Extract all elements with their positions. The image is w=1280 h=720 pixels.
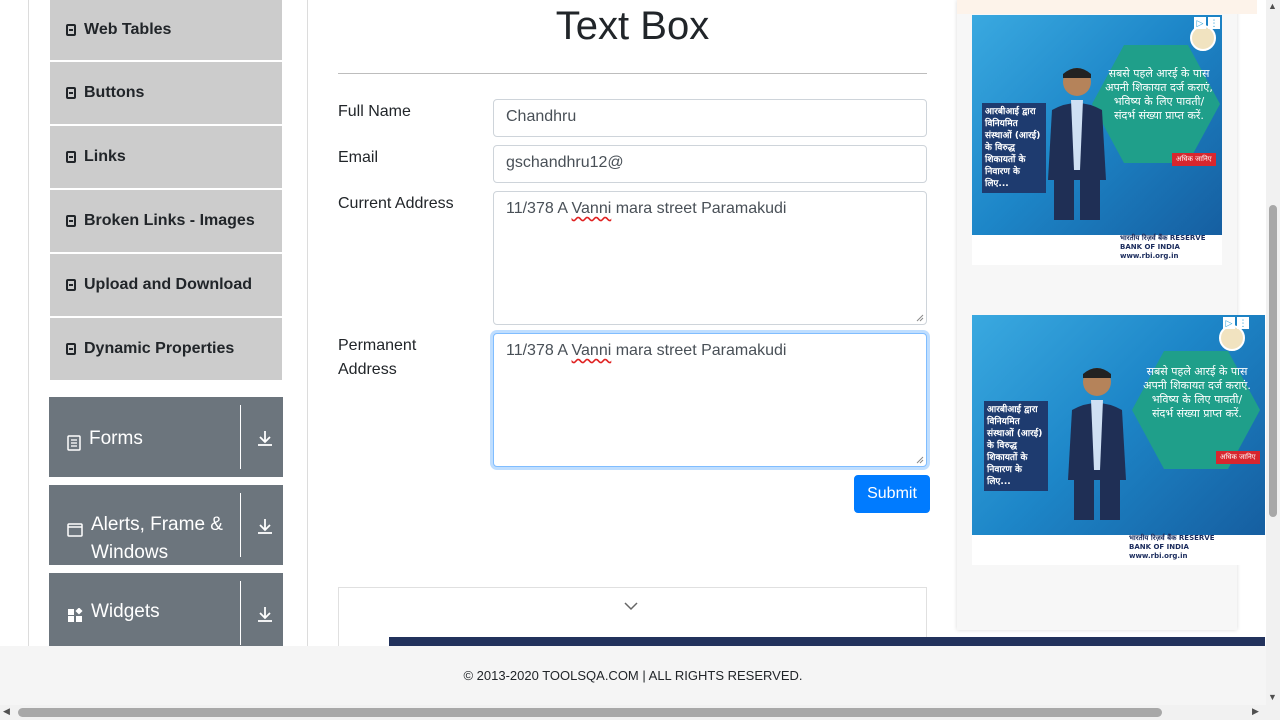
sidebar-item-broken-links[interactable]: Broken Links - Images	[50, 190, 282, 252]
group-header-alerts[interactable]: Alerts, Frame & Windows	[49, 485, 283, 565]
sidebar-item-web-tables[interactable]: Web Tables	[50, 0, 282, 60]
ad-brand: भारतीय रिज़र्व बैंक RESERVE BANK OF INDI…	[1129, 534, 1215, 560]
email-value: gschandhru12@	[506, 154, 624, 171]
scroll-right-arrow-icon[interactable]: ▶	[1252, 706, 1259, 717]
group-header-widgets[interactable]: Widgets	[49, 573, 283, 646]
chevron-down-icon[interactable]	[623, 600, 639, 612]
group-title: Forms	[89, 428, 143, 449]
ad-menu-icon[interactable]: ⋮	[1237, 317, 1249, 329]
ad-choices-icon[interactable]: ▷	[1194, 17, 1206, 29]
list-icon	[66, 24, 76, 36]
scroll-down-arrow-icon[interactable]: ▼	[1268, 692, 1277, 702]
sidebar-item-dynamic-properties[interactable]: Dynamic Properties	[50, 318, 282, 380]
ad-subtext: आरबीआई द्वारा विनियमित संस्थाओं (आरई) के…	[984, 401, 1048, 491]
list-icon	[66, 343, 76, 355]
current-address-label: Current Address	[338, 195, 454, 212]
current-address-value: 11/378 A Vanni mara street Paramakudi	[506, 200, 787, 217]
sidebar-item-label: Links	[84, 148, 126, 165]
email-label: Email	[338, 149, 379, 166]
full-name-label: Full Name	[338, 103, 411, 120]
sidebar-item-label: Broken Links - Images	[84, 212, 255, 229]
sidebar-item-links[interactable]: Links	[50, 126, 282, 188]
submit-button[interactable]: Submit	[854, 475, 930, 513]
resize-handle-icon[interactable]	[916, 314, 924, 322]
current-address-textarea[interactable]: 11/378 A Vanni mara street Paramakudi	[493, 191, 927, 325]
advertisement[interactable]: सबसे पहले आरई के पास अपनी शिकायत दर्ज कर…	[972, 15, 1222, 265]
ad-person-image	[1068, 368, 1126, 520]
form-icon	[67, 432, 81, 460]
ad-cta[interactable]: अधिक जानिए	[1172, 153, 1216, 166]
resize-handle-icon[interactable]	[916, 456, 924, 464]
sidebar-item-label: Dynamic Properties	[84, 340, 235, 357]
list-icon	[66, 87, 76, 99]
sidebar-right-border	[307, 0, 308, 646]
ad-subtext: आरबीआई द्वारा विनियमित संस्थाओं (आरई) के…	[982, 103, 1046, 193]
ad-headline: सबसे पहले आरई के पास अपनी शिकायत दर्ज कर…	[1105, 67, 1213, 122]
email-input[interactable]: gschandhru12@	[493, 145, 927, 183]
list-icon	[66, 215, 76, 227]
sidebar-item-label: Web Tables	[84, 21, 172, 38]
permanent-address-label: Permanent Address	[338, 337, 417, 378]
page-title: Text Box	[555, 4, 710, 48]
ad-headline: सबसे पहले आरई के पास अपनी शिकायत दर्ज कर…	[1143, 365, 1251, 420]
ad-person-image	[1048, 68, 1106, 220]
ad-menu-icon[interactable]: ⋮	[1208, 17, 1220, 29]
vertical-scrollbar-thumb[interactable]	[1269, 205, 1277, 517]
footer: © 2013-2020 TOOLSQA.COM | ALL RIGHTS RES…	[0, 646, 1266, 706]
sidebar-item-buttons[interactable]: Buttons	[50, 62, 282, 124]
widgets-icon	[67, 605, 83, 633]
divider	[240, 493, 241, 557]
ad-banner-strip	[389, 637, 1265, 646]
download-arrow-icon[interactable]	[256, 517, 274, 535]
divider	[338, 73, 927, 74]
list-icon	[66, 151, 76, 163]
window-icon	[67, 518, 83, 546]
ad-top-bar	[957, 0, 1257, 14]
permanent-address-value: 11/378 A Vanni mara street Paramakudi	[506, 342, 787, 359]
sidebar-item-upload-download[interactable]: Upload and Download	[50, 254, 282, 316]
ad-choices-icon[interactable]: ▷	[1223, 317, 1235, 329]
group-title: Alerts, Frame & Windows	[91, 514, 223, 563]
group-title: Widgets	[91, 601, 160, 622]
group-header-forms[interactable]: Forms	[49, 397, 283, 477]
ad-brand: भारतीय रिज़र्व बैंक RESERVE BANK OF INDI…	[1120, 234, 1206, 260]
ad-cta[interactable]: अधिक जानिए	[1216, 451, 1260, 464]
download-arrow-icon[interactable]	[256, 429, 274, 447]
advertisement[interactable]: सबसे पहले आरई के पास अपनी शिकायत दर्ज कर…	[972, 315, 1265, 565]
horizontal-scrollbar-thumb[interactable]	[18, 708, 1162, 717]
list-icon	[66, 279, 76, 291]
download-arrow-icon[interactable]	[256, 605, 274, 623]
divider	[240, 405, 241, 469]
scroll-up-arrow-icon[interactable]: ▲	[1268, 1, 1277, 11]
scroll-left-arrow-icon[interactable]: ◀	[3, 706, 10, 717]
footer-copyright: © 2013-2020 TOOLSQA.COM | ALL RIGHTS RES…	[463, 668, 803, 683]
sidebar-item-label: Buttons	[84, 84, 145, 101]
divider	[240, 581, 241, 645]
sidebar-left-border	[28, 0, 29, 646]
full-name-input[interactable]: Chandhru	[493, 99, 927, 137]
sidebar-item-label: Upload and Download	[84, 276, 252, 293]
permanent-address-textarea[interactable]: 11/378 A Vanni mara street Paramakudi	[493, 333, 927, 467]
full-name-value: Chandhru	[506, 108, 577, 125]
